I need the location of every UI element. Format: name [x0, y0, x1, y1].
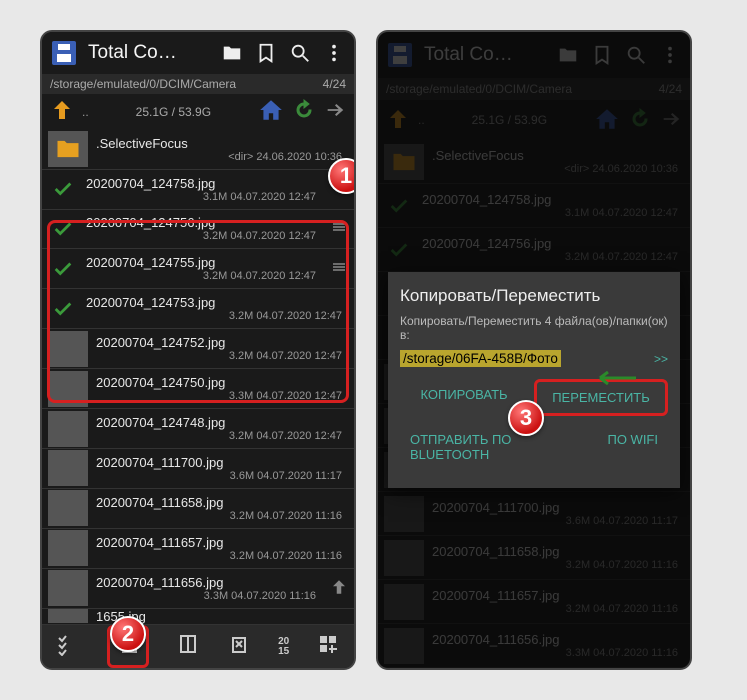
path-text: /storage/emulated/0/DCIM/Camera: [50, 77, 236, 91]
phone-left: Total Co… /storage/emulated/0/DCIM/Camer…: [40, 30, 356, 670]
file-row[interactable]: 20200704_124752.jpg3.2M 04.07.2020 12:47: [42, 329, 354, 369]
folder-name: .SelectiveFocus: [96, 136, 348, 151]
search-icon[interactable]: [288, 41, 312, 65]
thumb-icon: [48, 609, 88, 623]
wifi-button[interactable]: ПО WIFI: [574, 424, 668, 470]
step-badge-3: 3: [508, 400, 544, 436]
check-icon[interactable]: [48, 258, 78, 280]
archive-icon[interactable]: [176, 632, 200, 661]
reload-icon[interactable]: [292, 98, 316, 125]
file-row[interactable]: 20200704_124748.jpg3.2M 04.07.2020 12:47: [42, 409, 354, 449]
file-row[interactable]: 20200704_111656.jpg3.3M 04.07.2020 11:16: [42, 569, 354, 609]
dialog-title: Копировать/Переместить: [400, 286, 668, 306]
file-row[interactable]: 20200704_111700.jpg3.6M 04.07.2020 11:17: [42, 449, 354, 489]
app-icon: [50, 39, 78, 67]
thumb-icon: [48, 371, 88, 407]
disk-usage: 25.1G / 53.9G: [136, 105, 211, 119]
file-row[interactable]: 20200704_124750.jpg3.3M 04.07.2020 12:47: [42, 369, 354, 409]
check-icon[interactable]: [48, 298, 78, 320]
selection-count: 4/24: [323, 77, 346, 91]
lines-icon[interactable]: [330, 258, 348, 279]
step-badge-1: 1: [328, 158, 356, 194]
file-row: 1655.jpg: [378, 668, 690, 670]
folder-thumb-icon: [48, 131, 88, 167]
file-row[interactable]: 20200704_124753.jpg3.2M 04.07.2020 12:47: [42, 289, 354, 329]
file-row[interactable]: 20200704_124758.jpg3.1M 04.07.2020 12:47: [42, 170, 354, 210]
more-path-button[interactable]: >>: [654, 352, 668, 366]
more-icon[interactable]: [316, 632, 340, 661]
thumb-icon: [48, 570, 88, 606]
bookmark-icon[interactable]: [254, 41, 278, 65]
home-icon[interactable]: [258, 97, 284, 126]
lines-icon[interactable]: [330, 218, 348, 239]
target-path-input[interactable]: /storage/06FA-458B/Фото: [400, 350, 561, 367]
topbar: Total Co…: [42, 32, 354, 74]
phone-right: Total Co… /storage/emulated/0/DCIM/Camer…: [376, 30, 692, 670]
delete-icon[interactable]: [227, 632, 251, 661]
folder-meta: <dir> 24.06.2020 10:36: [96, 151, 348, 163]
menu-icon[interactable]: [322, 41, 346, 65]
nav-row: .. 25.1G / 53.9G: [42, 94, 354, 130]
thumb-icon: [48, 450, 88, 486]
thumb-icon: [48, 331, 88, 367]
folder-row[interactable]: .SelectiveFocus <dir> 24.06.2020 10:36: [42, 130, 354, 170]
file-row[interactable]: 20200704_111657.jpg3.2M 04.07.2020 11:16: [42, 529, 354, 569]
step-badge-2: 2: [110, 616, 146, 652]
thumb-icon: [48, 530, 88, 566]
bottom-toolbar: 2015: [42, 625, 354, 668]
file-row[interactable]: 1655.jpg: [42, 609, 354, 625]
check-icon[interactable]: [48, 178, 78, 200]
thumb-icon: [48, 411, 88, 447]
select-icon[interactable]: [56, 632, 80, 661]
check-icon[interactable]: [48, 218, 78, 240]
target-path-row: /storage/06FA-458B/Фото >>: [400, 350, 668, 367]
thumb-icon: [48, 490, 88, 526]
arrow-up-icon[interactable]: [330, 578, 348, 599]
folder-icon[interactable]: [220, 41, 244, 65]
path-bar[interactable]: /storage/emulated/0/DCIM/Camera 4/24: [42, 74, 354, 94]
copy-move-dialog: Копировать/Переместить Копировать/Переме…: [388, 272, 680, 488]
bluetooth-button[interactable]: ОТПРАВИТЬ ПО BLUETOOTH: [400, 424, 568, 470]
file-row[interactable]: 20200704_124756.jpg3.2M 04.07.2020 12:47: [42, 210, 354, 250]
app-title: Total Co…: [88, 42, 177, 64]
file-row[interactable]: 20200704_111658.jpg3.2M 04.07.2020 11:16: [42, 489, 354, 529]
sort-icon[interactable]: 2015: [278, 637, 289, 657]
file-row[interactable]: 20200704_124755.jpg3.2M 04.07.2020 12:47: [42, 249, 354, 289]
up-icon[interactable]: [50, 98, 74, 125]
dialog-message: Копировать/Переместить 4 файла(ов)/папки…: [400, 314, 668, 342]
pointer-arrow-icon: [592, 371, 636, 385]
right-arrow-icon[interactable]: [324, 99, 346, 124]
